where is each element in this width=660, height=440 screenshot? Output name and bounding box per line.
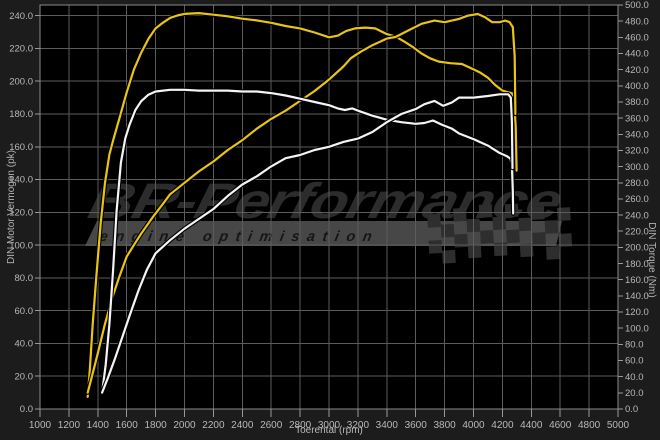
right-tick-label: 180.0 xyxy=(625,259,649,270)
right-tick-label: 400.0 xyxy=(625,81,649,92)
checker-cell xyxy=(531,206,545,220)
x-tick-label: 1400 xyxy=(87,420,110,431)
right-tick-label: 40.0 xyxy=(625,372,644,383)
x-tick-label: 1200 xyxy=(58,420,81,431)
left-tick-label: 240.0 xyxy=(9,11,33,22)
right-tick-label: 280.0 xyxy=(625,178,649,189)
left-tick-label: 40.0 xyxy=(15,339,34,350)
right-tick-label: 200.0 xyxy=(625,243,649,254)
right-tick-label: 360.0 xyxy=(625,113,649,124)
right-tick-label: 340.0 xyxy=(625,129,649,140)
right-tick-label: 440.0 xyxy=(625,49,649,60)
right-tick-label: 60.0 xyxy=(625,356,644,367)
right-tick-label: 320.0 xyxy=(625,146,649,157)
right-tick-label: 120.0 xyxy=(625,307,649,318)
right-tick-label: 80.0 xyxy=(625,340,644,351)
checker-cell xyxy=(453,208,467,222)
left-tick-label: 20.0 xyxy=(15,371,34,382)
right-tick-label: 220.0 xyxy=(625,226,649,237)
x-tick-label: 2400 xyxy=(231,420,254,431)
checker-cell xyxy=(492,216,506,230)
right-tick-label: 300.0 xyxy=(625,162,649,173)
x-tick-label: 4600 xyxy=(549,420,572,431)
checker-cell xyxy=(506,230,520,244)
x-axis-title: Toerental (rpm) xyxy=(295,425,363,436)
x-tick-label: 4400 xyxy=(520,420,543,431)
checker-cell xyxy=(441,224,455,238)
x-tick-label: 2600 xyxy=(260,420,283,431)
right-axis-title: DIN Torque (Nm) xyxy=(646,222,657,297)
checker-cell xyxy=(546,246,560,260)
x-tick-label: 3600 xyxy=(405,420,428,431)
x-tick-label: 3400 xyxy=(376,420,399,431)
checker-cell xyxy=(427,214,441,228)
right-tick-label: 500.0 xyxy=(625,0,649,11)
right-tick-label: 240.0 xyxy=(625,210,649,221)
x-tick-label: 3800 xyxy=(433,420,456,431)
dyno-chart: BR-Performance engine optimisation 0.020… xyxy=(0,0,660,440)
x-tick-label: 4800 xyxy=(578,420,601,431)
left-tick-label: 180.0 xyxy=(9,109,33,120)
left-axis-title: DIN Motor Vermogen (pk) xyxy=(6,150,17,264)
right-tick-label: 0.0 xyxy=(625,404,638,415)
dyno-chart-canvas: BR-Performance engine optimisation 0.020… xyxy=(0,0,660,440)
checker-cell xyxy=(494,242,508,256)
checker-cell xyxy=(532,232,546,246)
x-tick-label: 2200 xyxy=(202,420,225,431)
left-tick-label: 200.0 xyxy=(9,76,33,87)
x-tick-label: 1600 xyxy=(116,420,139,431)
checker-cell xyxy=(519,217,533,231)
checker-cell xyxy=(479,204,493,218)
checker-cell xyxy=(468,245,482,259)
x-tick-label: 1000 xyxy=(29,420,52,431)
right-tick-label: 260.0 xyxy=(625,194,649,205)
right-tick-label: 480.0 xyxy=(625,16,649,27)
x-tick-label: 4000 xyxy=(462,420,485,431)
right-tick-label: 160.0 xyxy=(625,275,649,286)
checker-cell xyxy=(429,240,443,254)
grid-lines xyxy=(40,5,618,409)
right-tick-label: 460.0 xyxy=(625,33,649,44)
left-tick-label: 220.0 xyxy=(9,44,33,55)
checker-cell xyxy=(545,220,559,234)
checker-cell xyxy=(557,207,571,221)
left-tick-label: 0.0 xyxy=(20,404,33,415)
x-tick-label: 1800 xyxy=(144,420,167,431)
x-tick-label: 2000 xyxy=(173,420,196,431)
right-tick-label: 140.0 xyxy=(625,291,649,302)
right-tick-label: 420.0 xyxy=(625,65,649,76)
right-tick-label: 100.0 xyxy=(625,323,649,334)
checker-cell xyxy=(480,230,494,244)
x-tick-label: 4200 xyxy=(491,420,514,431)
right-tick-label: 380.0 xyxy=(625,97,649,108)
left-tick-label: 80.0 xyxy=(15,273,34,284)
left-tick-label: 60.0 xyxy=(15,306,34,317)
x-tick-label: 5000 xyxy=(607,420,630,431)
right-tick-label: 20.0 xyxy=(625,388,644,399)
